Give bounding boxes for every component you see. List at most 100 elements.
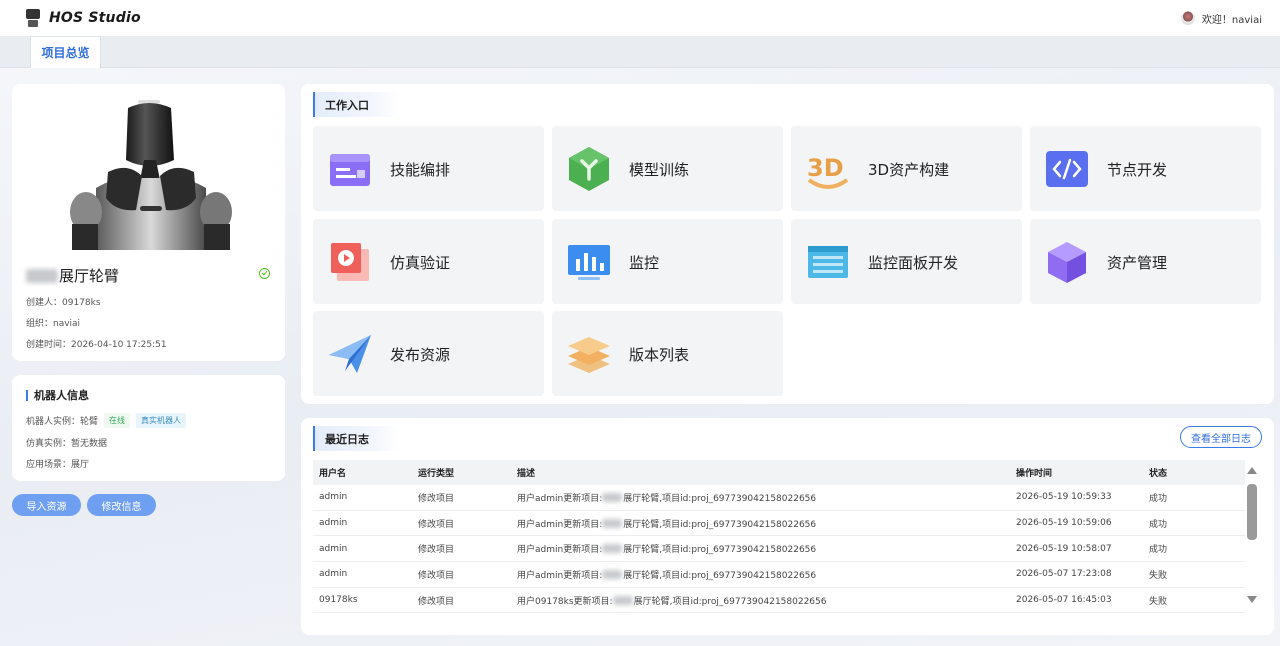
cell-status: 成功 (1149, 493, 1168, 504)
status-badge: 在线 (104, 413, 131, 428)
tile-label: 3D资产构建 (868, 161, 950, 179)
model-training-icon (569, 147, 609, 191)
cell-username: admin (319, 492, 348, 503)
user-greeting: 欢迎！naviai (1201, 14, 1262, 26)
layers-icon (568, 337, 610, 373)
cell-operation-time: 2026-05-19 10:58:07 (1016, 543, 1112, 554)
redacted-text (612, 595, 633, 605)
project-name: 展厅轮臂 (59, 267, 120, 285)
top-header: HOS Studio 欢迎！naviai (0, 0, 1280, 36)
table-row: admin 修改项目 2026-05-07 17:23:08 失败 用户admin更新项… (313, 562, 1245, 588)
avatar (1180, 11, 1195, 25)
code-icon (1046, 151, 1088, 187)
column-header: 用户名 (319, 469, 347, 479)
cube-icon (1048, 242, 1086, 283)
tile-model-training[interactable]: 模型训练 (552, 126, 783, 211)
3d-asset-icon: 3D (807, 154, 849, 189)
scrollbar[interactable] (1245, 460, 1259, 606)
tile-label: 监控 (629, 254, 660, 272)
cell-run-type: 修改项目 (418, 545, 455, 556)
cell-username: admin (319, 543, 348, 554)
robot-instance-label: 机器人实例：轮臂 (26, 417, 99, 427)
logo-icon (26, 9, 40, 27)
redacted-text (26, 268, 58, 283)
robot-instance-line: 机器人实例：轮臂 在线 真实机器人 (26, 413, 187, 428)
app-title: HOS Studio (49, 10, 141, 26)
cell-run-type: 修改项目 (418, 596, 455, 607)
tile-label: 仿真验证 (390, 254, 451, 272)
cell-operation-time: 2026-05-07 17:23:08 (1016, 569, 1112, 580)
cell-description: 用户admin更新项目: 展厅轮臂,项目id:proj_6977390421580… (517, 491, 816, 504)
description-suffix: 展厅轮臂,项目id:proj_697739042158022656 (633, 596, 827, 607)
column-header: 运行类型 (418, 469, 455, 479)
cell-run-type: 修改项目 (418, 570, 455, 581)
user-menu[interactable]: 欢迎！naviai (1180, 11, 1262, 26)
tile-label: 资产管理 (1107, 254, 1168, 272)
description-suffix: 展厅轮臂,项目id:proj_697739042158022656 (623, 493, 817, 504)
tile-node-dev[interactable]: 节点开发 (1030, 126, 1261, 211)
column-header: 描述 (517, 469, 536, 479)
work-entry-panel: 工作入口 技能编排 模型训练 3D 3D资产构建 节点开发 仿真验证 监控 监控… (301, 84, 1274, 404)
cell-operation-time: 2026-05-07 16:45:03 (1016, 595, 1112, 606)
simulation-play-icon (331, 243, 369, 281)
tile-label: 技能编排 (390, 161, 451, 179)
panel-title: 工作入口 (313, 92, 399, 117)
project-creator: 创建人：09178ks (26, 298, 101, 308)
description-prefix: 用户09178ks更新项目: (517, 596, 613, 607)
table-row: admin 修改项目 2026-05-19 10:58:07 成功 用户admin更新项… (313, 536, 1245, 563)
project-org: 组织：naviai (26, 319, 81, 329)
cell-status: 成功 (1149, 545, 1168, 556)
import-resource-button[interactable]: 导入资源 (12, 494, 81, 516)
cell-description: 用户admin更新项目: 展厅轮臂,项目id:proj_6977390421580… (517, 517, 816, 530)
column-header: 操作时间 (1016, 469, 1053, 479)
robot-info-card: 机器人信息 机器人实例：轮臂 在线 真实机器人 仿真实例：暂无数据 应用场景：展… (12, 375, 285, 481)
tile-skill-orchestration[interactable]: 技能编排 (313, 126, 544, 211)
description-prefix: 用户admin更新项目: (517, 519, 603, 530)
project-card: 展厅轮臂 创建人：09178ks 组织：naviai 创建时间：2026-04-… (12, 84, 285, 361)
tile-version-list[interactable]: 版本列表 (552, 311, 783, 396)
tile-monitor[interactable]: 监控 (552, 219, 783, 304)
tab-bar: 项目总览 (0, 36, 1280, 68)
project-created-time: 创建时间：2026-04-10 17:25:51 (26, 340, 167, 350)
scroll-thumb[interactable] (1247, 484, 1257, 540)
table-header: 用户名 运行类型 描述 操作时间 状态 (313, 460, 1245, 485)
paper-plane-icon (329, 335, 371, 373)
view-all-logs-button[interactable]: 查看全部日志 (1180, 426, 1262, 448)
tab-project-overview[interactable]: 项目总览 (30, 36, 101, 68)
description-suffix: 展厅轮臂,项目id:proj_697739042158022656 (623, 545, 817, 556)
dashboard-icon (808, 246, 848, 278)
section-title: 机器人信息 (26, 390, 89, 401)
app-logo[interactable]: HOS Studio (26, 9, 141, 27)
description-suffix: 展厅轮臂,项目id:proj_697739042158022656 (623, 519, 817, 530)
description-prefix: 用户admin更新项目: (517, 493, 603, 504)
table-row: 09178ks 修改项目 2026-05-07 16:45:03 失败 用户09178k… (313, 588, 1245, 614)
redacted-text (602, 518, 623, 528)
tile-dashboard-dev[interactable]: 监控面板开发 (791, 219, 1022, 304)
monitor-chart-icon (568, 245, 610, 280)
recent-logs-panel: 最近日志 查看全部日志 用户名 运行类型 描述 操作时间 状态 admin 修改项… (301, 418, 1274, 635)
tile-simulation[interactable]: 仿真验证 (313, 219, 544, 304)
cell-description: 用户admin更新项目: 展厅轮臂,项目id:proj_6977390421580… (517, 542, 816, 555)
table-row: admin 修改项目 2026-05-19 10:59:33 成功 用户admin更新项… (313, 485, 1245, 511)
edit-info-button[interactable]: 修改信息 (87, 494, 156, 516)
cell-description: 用户09178ks更新项目: 展厅轮臂,项目id:proj_69773904215… (517, 594, 826, 607)
scroll-down-icon[interactable] (1247, 596, 1257, 603)
scene-line: 应用场景：展厅 (26, 460, 90, 470)
tile-asset-management[interactable]: 资产管理 (1030, 219, 1261, 304)
tile-label: 版本列表 (629, 346, 690, 364)
tile-3d-asset[interactable]: 3D 3D资产构建 (791, 126, 1022, 211)
cell-status: 成功 (1149, 519, 1168, 530)
redacted-text (602, 544, 623, 554)
table-body: admin 修改项目 2026-05-19 10:59:33 成功 用户admin更新项… (313, 485, 1245, 614)
cell-operation-time: 2026-05-19 10:59:33 (1016, 492, 1112, 503)
cell-status: 失败 (1149, 596, 1168, 607)
robot-image (70, 100, 232, 250)
scroll-up-icon[interactable] (1247, 467, 1257, 474)
redacted-text (602, 569, 623, 579)
tile-label: 发布资源 (390, 346, 451, 364)
tile-publish-resource[interactable]: 发布资源 (313, 311, 544, 396)
cell-status: 失败 (1149, 570, 1168, 581)
table-row: admin 修改项目 2026-05-19 10:59:06 成功 用户admin更新项… (313, 511, 1245, 537)
cell-username: admin (319, 518, 348, 529)
svg-text:3D: 3D (807, 154, 844, 182)
